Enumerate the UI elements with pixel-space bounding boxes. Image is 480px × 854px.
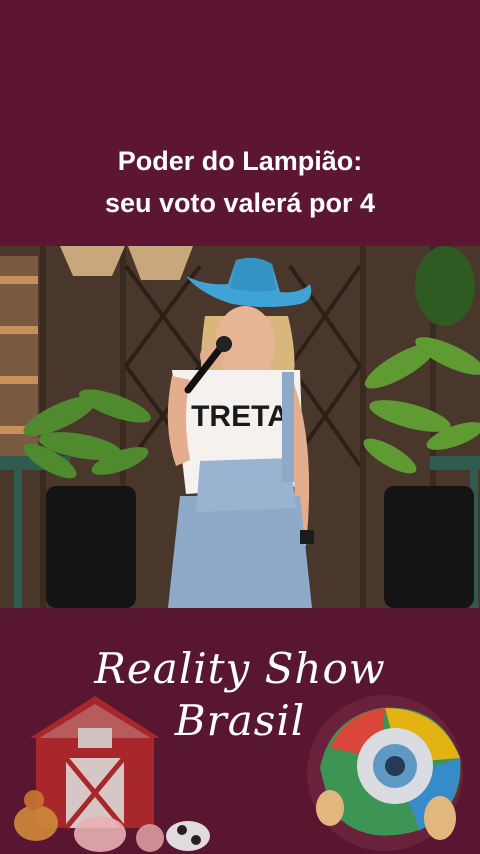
video-scene: TRETA xyxy=(0,246,480,608)
logo-title-line-2: Brasil xyxy=(174,696,306,745)
video-frame[interactable]: TRETA xyxy=(0,246,480,608)
shirt-text: TRETA xyxy=(191,400,289,433)
top-caption-band: Poder do Lampião: seu voto valerá por 4 xyxy=(0,0,480,246)
caption-line-2: seu voto valerá por 4 xyxy=(104,188,376,218)
caption-line-1: Poder do Lampião: xyxy=(117,146,363,176)
logo-title-line-1: Reality Show xyxy=(94,644,386,693)
video-caption: Poder do Lampião: seu voto valerá por 4 xyxy=(0,140,480,224)
channel-logo-band: Reality Show Brasil xyxy=(0,608,480,854)
